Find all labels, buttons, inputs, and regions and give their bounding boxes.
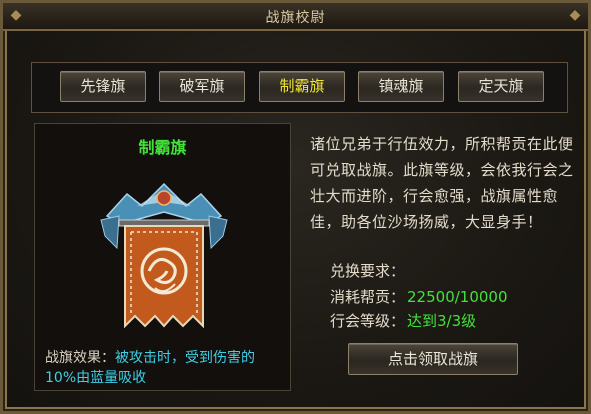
requirements-title: 兑换要求： <box>330 262 406 280</box>
tab-supremacy-banner[interactable]: 制霸旗 <box>259 71 345 102</box>
effect-label: 战旗效果： <box>45 350 115 366</box>
tab-breaker-banner[interactable]: 破军旗 <box>159 71 245 102</box>
banner-name: 制霸旗 <box>138 138 187 157</box>
guild-level-label: 行会等级： <box>330 312 406 330</box>
banner-description: 诸位兄弟于行伍效力，所积帮贡在此便可兑取战旗。此旗等级，会依我行会之壮大而进阶，… <box>310 135 574 231</box>
title-bar: ◆ 战旗校尉 ◆ <box>3 3 588 31</box>
tab-soul-banner[interactable]: 镇魂旗 <box>358 71 444 102</box>
window-title: 战旗校尉 <box>265 10 326 26</box>
ornament-icon: ◆ <box>569 7 581 23</box>
contribution-requirement: 消耗帮贡： 22500/10000 <box>330 286 508 307</box>
banner-preview-panel: 制霸旗 战旗效果：被攻击时，受到伤害的10%由蓝量吸收 <box>34 123 291 391</box>
banner-image <box>100 182 228 329</box>
contribution-value: 22500/10000 <box>407 288 508 306</box>
guild-level-value: 达到3/3级 <box>407 312 477 330</box>
contribution-label: 消耗帮贡： <box>330 288 406 306</box>
guild-banner-window: ◆ 战旗校尉 ◆ 先锋旗 破军旗 制霸旗 镇魂旗 定天旗 制霸旗 战旗效果：被攻… <box>0 0 591 414</box>
banner-tabs: 先锋旗 破军旗 制霸旗 镇魂旗 定天旗 <box>31 62 568 113</box>
tab-heaven-banner[interactable]: 定天旗 <box>458 71 544 102</box>
claim-banner-button[interactable]: 点击领取战旗 <box>348 343 518 375</box>
tab-vanguard-banner[interactable]: 先锋旗 <box>60 71 146 102</box>
banner-effect: 战旗效果：被攻击时，受到伤害的10%由蓝量吸收 <box>45 348 285 388</box>
guild-level-requirement: 行会等级： 达到3/3级 <box>330 310 476 331</box>
